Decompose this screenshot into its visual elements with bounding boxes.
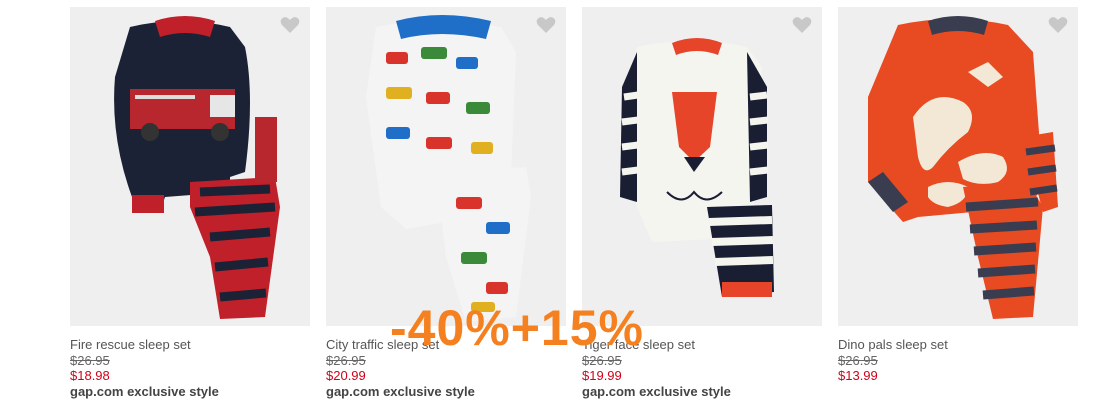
product-image[interactable] (838, 7, 1078, 326)
exclusive-badge: gap.com exclusive style (70, 384, 219, 399)
product-card[interactable]: City traffic sleep set $26.95 $20.99 gap… (326, 0, 566, 402)
product-grid: Fire rescue sleep set $26.95 $18.98 gap.… (0, 0, 1116, 402)
product-card[interactable]: Tiger face sleep set $26.95 $19.99 gap.c… (582, 0, 822, 402)
heart-icon[interactable] (1048, 16, 1068, 34)
original-price: $26.95 (838, 353, 878, 368)
original-price: $26.95 (326, 353, 366, 368)
exclusive-badge: gap.com exclusive style (326, 384, 475, 399)
fire-truck-pajama-set-image (114, 16, 280, 319)
heart-icon[interactable] (536, 16, 556, 34)
dinosaur-skeleton-pajama-set-image (868, 16, 1058, 319)
heart-icon[interactable] (792, 16, 812, 34)
sale-price: $18.98 (70, 368, 110, 383)
product-name[interactable]: Dino pals sleep set (838, 337, 948, 352)
vehicles-print-pajama-set-image (366, 15, 531, 322)
original-price: $26.95 (582, 353, 622, 368)
tiger-face-pajama-set-image (620, 38, 774, 297)
sale-price: $20.99 (326, 368, 366, 383)
exclusive-badge: gap.com exclusive style (582, 384, 731, 399)
product-image[interactable] (326, 7, 566, 326)
product-name[interactable]: Tiger face sleep set (582, 337, 695, 352)
product-name[interactable]: City traffic sleep set (326, 337, 439, 352)
product-image[interactable] (70, 7, 310, 326)
sale-price: $19.99 (582, 368, 622, 383)
heart-icon[interactable] (280, 16, 300, 34)
product-image[interactable] (582, 7, 822, 326)
sale-price: $13.99 (838, 368, 878, 383)
product-card[interactable]: Fire rescue sleep set $26.95 $18.98 gap.… (70, 0, 310, 402)
product-name[interactable]: Fire rescue sleep set (70, 337, 191, 352)
product-card[interactable]: Dino pals sleep set $26.95 $13.99 (838, 0, 1078, 402)
original-price: $26.95 (70, 353, 110, 368)
